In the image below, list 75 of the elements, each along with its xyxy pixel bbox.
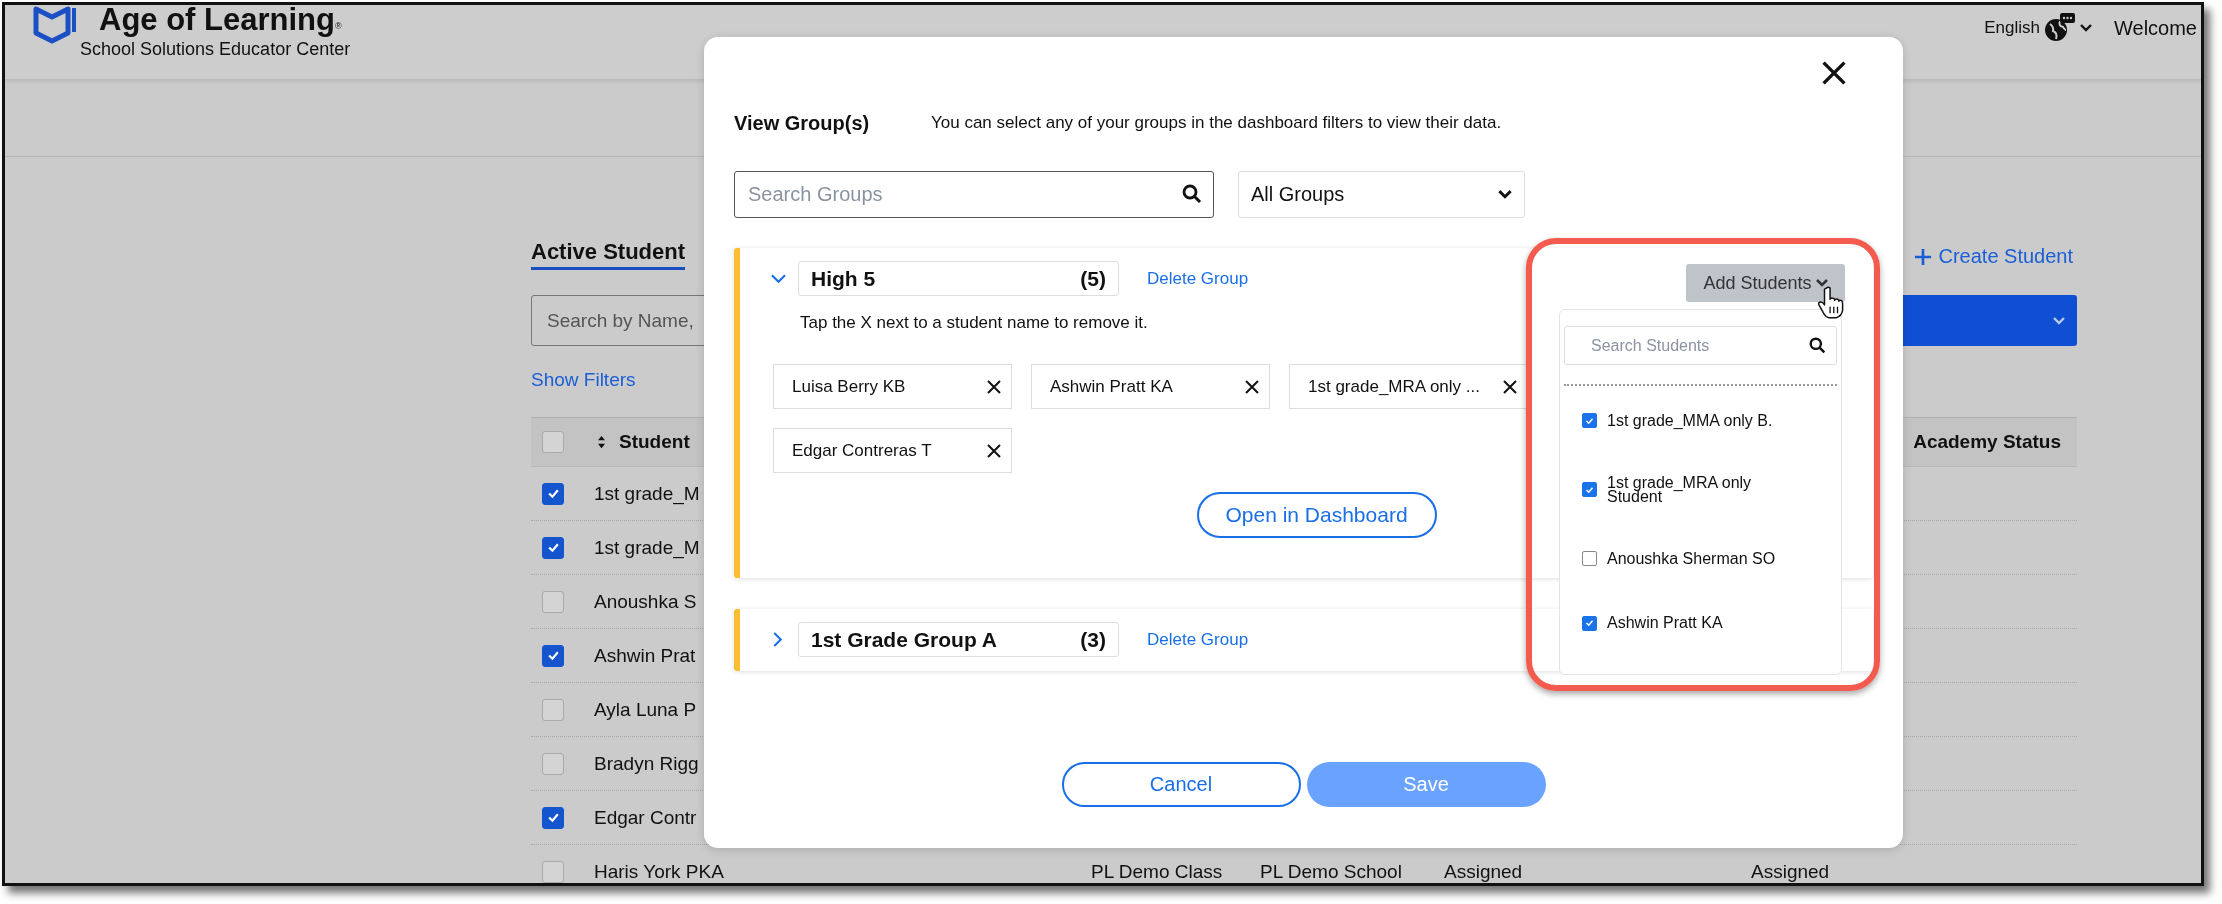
checkbox[interactable]: [542, 806, 564, 829]
close-icon[interactable]: [1821, 60, 1847, 86]
column-header: Academy Status: [1913, 431, 2062, 453]
open-in-dashboard-button[interactable]: Open in Dashboard: [1196, 492, 1437, 538]
dialog-title: View Group(s): [734, 111, 871, 135]
column-header: Student: [619, 431, 690, 453]
table-cell: PL Demo Class: [1091, 860, 1223, 882]
checkbox[interactable]: [1582, 482, 1597, 497]
check-icon: [1585, 416, 1594, 425]
hint-text: Tap the X next to a student name to remove it.: [800, 313, 1149, 333]
student-option[interactable]: Anoushka Sherman SO: [1607, 551, 1803, 566]
checkbox[interactable]: [1582, 615, 1597, 631]
check-icon: [546, 650, 560, 661]
group-name-field[interactable]: High 5 (5): [798, 261, 1119, 296]
check-icon: [546, 542, 560, 553]
search-icon: [1182, 184, 1202, 204]
remove-icon[interactable]: [987, 443, 1001, 458]
book-logo-icon: [32, 5, 78, 45]
table-cell: Ashwin Prat: [594, 644, 696, 666]
remove-icon[interactable]: [1503, 379, 1517, 394]
search-field[interactable]: Search Groups: [734, 171, 1214, 218]
checkbox[interactable]: [542, 536, 564, 559]
student-name: 1st grade_MRA only ...: [1308, 376, 1480, 397]
dialog-description: You can select any of your groups in the dashboard filters to view their data.: [931, 113, 1502, 133]
checkbox[interactable]: [1582, 413, 1597, 428]
table-cell: Bradyn Rigg: [594, 752, 699, 774]
student-option[interactable]: 1st grade_MMA only B.: [1607, 413, 1803, 428]
checkbox[interactable]: [542, 482, 564, 505]
chevron-down-icon: [1815, 279, 1828, 287]
globe-chat-icon: [2042, 12, 2076, 44]
checkbox[interactable]: [542, 644, 564, 667]
create-student-link[interactable]: Create Student: [1914, 245, 2077, 270]
welcome-text: Welcome: [2114, 16, 2198, 40]
search-icon: [1809, 337, 1826, 354]
chevron-down-icon: [2080, 24, 2092, 32]
plus-icon: [1914, 247, 1933, 266]
brand-subtitle: School Solutions Educator Center: [80, 38, 351, 60]
table-cell: PL Demo School: [1260, 860, 1402, 882]
check-icon: [1585, 619, 1594, 627]
delete-group-link[interactable]: Delete Group: [1147, 629, 1249, 650]
table-cell: Assigned: [1444, 860, 1523, 882]
table-cell: Anoushka S: [594, 590, 697, 612]
page-title[interactable]: Active Student: [531, 238, 686, 270]
checkbox[interactable]: [542, 590, 564, 613]
check-icon: [546, 488, 560, 499]
checkbox[interactable]: [542, 431, 564, 453]
remove-icon[interactable]: [1245, 379, 1259, 394]
table-cell: Haris York PKA: [594, 860, 724, 882]
student-name: Luisa Berry KB: [792, 376, 906, 397]
checkbox[interactable]: [542, 752, 564, 775]
language-selector[interactable]: English: [1984, 12, 2092, 44]
checkbox[interactable]: [542, 698, 564, 721]
table-cell: 1st grade_M: [594, 482, 700, 504]
group-filter-dropdown[interactable]: All Groups: [1238, 171, 1525, 218]
sort-icon[interactable]: [597, 435, 606, 449]
student-name: Ashwin Pratt KA: [1050, 376, 1173, 397]
check-icon: [1585, 485, 1594, 494]
group-name-field[interactable]: 1st Grade Group A (3): [798, 622, 1119, 657]
checkbox[interactable]: [542, 860, 564, 883]
student-option[interactable]: 1st grade_MRA only Student: [1607, 475, 1803, 504]
check-icon: [546, 812, 560, 823]
checkbox[interactable]: [1582, 551, 1597, 566]
table-cell: Edgar Contr: [594, 806, 697, 828]
student-name: Edgar Contreras T: [792, 440, 932, 461]
add-students-button[interactable]: Add Students: [1686, 264, 1845, 302]
student-option[interactable]: Ashwin Pratt KA: [1607, 616, 1803, 630]
chevron-down-icon: [2053, 316, 2065, 325]
remove-icon[interactable]: [987, 379, 1001, 394]
delete-group-link[interactable]: Delete Group: [1147, 268, 1249, 289]
table-cell: Assigned: [1751, 860, 1830, 882]
table-cell: Ayla Luna P: [594, 698, 697, 720]
cancel-button[interactable]: Cancel: [1061, 762, 1301, 807]
table-cell: 1st grade_M: [594, 536, 700, 558]
show-filters-link[interactable]: Show Filters: [531, 368, 636, 392]
chevron-down-icon: [1498, 190, 1512, 199]
